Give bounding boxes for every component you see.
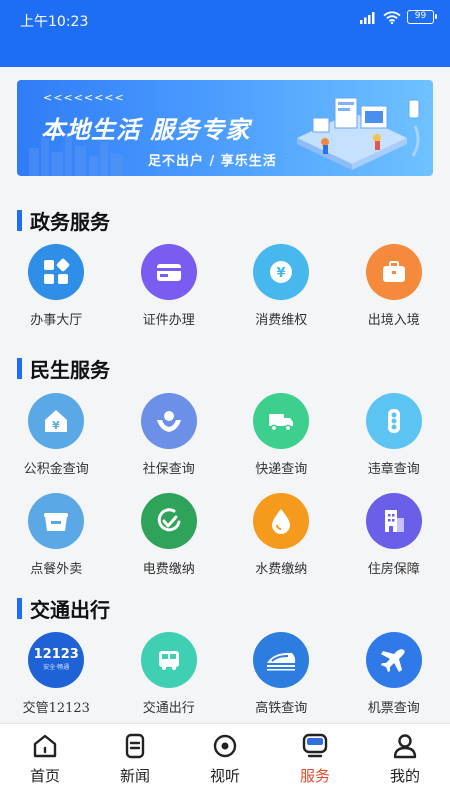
section-accent-bar	[17, 210, 22, 231]
truck-icon	[253, 393, 310, 449]
banner-subtitle: 足不出户 / 享乐生活	[148, 154, 277, 169]
building-icon	[365, 493, 422, 549]
battery-icon: 99	[407, 10, 437, 24]
profile-icon	[393, 734, 417, 759]
tab-profile[interactable]: 我的	[360, 724, 450, 800]
banner-title: 本地生活 服务专家	[41, 116, 251, 144]
wifi-icon	[383, 10, 401, 24]
high-speed-rail-query-button[interactable]: 高铁查询	[225, 632, 338, 716]
yuan-icon: ¥	[253, 244, 310, 300]
traffic-violation-query-button[interactable]: 违章查询	[338, 393, 450, 477]
banner-isometric-illustration	[297, 97, 420, 170]
express-query-button[interactable]: 快递查询	[225, 393, 338, 477]
housing-security-button[interactable]: 住房保障	[338, 493, 450, 577]
section-accent-bar	[17, 358, 22, 379]
government-services-grid: 办事大厅 证件办理 ¥ 消费维权 出境入境	[0, 244, 450, 328]
plane-icon	[365, 632, 422, 688]
service-icon	[302, 733, 328, 758]
exit-entry-button[interactable]: 出境入境	[338, 244, 450, 328]
traffic-management-12123-button[interactable]: 12123 安全·畅通 交管12123	[0, 632, 113, 716]
card-icon	[140, 244, 197, 300]
tab-home[interactable]: 首页	[0, 724, 90, 800]
news-icon	[125, 733, 145, 759]
home-icon	[33, 734, 57, 758]
house-yuan-icon: ¥	[28, 393, 85, 449]
12123-icon: 12123 安全·畅通	[28, 632, 85, 688]
bus-icon	[140, 632, 197, 688]
housing-fund-query-button[interactable]: ¥ 公积金查询	[0, 393, 113, 477]
water-drop-icon	[253, 493, 310, 549]
bottom-tab-bar: 首页 新闻 视听 服务 我的	[0, 723, 450, 800]
media-icon	[213, 734, 237, 758]
promo-banner[interactable]: <<<<<<<< 本地生活 服务专家 足不出户 / 享乐生活	[17, 80, 433, 176]
section-title-livelihood: 民生服务	[17, 354, 110, 383]
svg-text:¥: ¥	[52, 419, 60, 432]
hands-icon	[140, 393, 197, 449]
id-documents-button[interactable]: 证件办理	[113, 244, 226, 328]
food-delivery-button[interactable]: 点餐外卖	[0, 493, 113, 577]
status-icons: 99	[359, 10, 437, 24]
svg-text:¥: ¥	[277, 266, 286, 281]
status-bar: 上午10:23 99	[0, 0, 450, 67]
service-hall-button[interactable]: 办事大厅	[0, 244, 113, 328]
train-icon	[253, 632, 310, 688]
signal-icon	[360, 11, 375, 24]
section-title-transport: 交通出行	[17, 594, 110, 623]
tab-service[interactable]: 服务	[270, 724, 360, 800]
section-title-government: 政务服务	[17, 206, 110, 235]
banner-arrows: <<<<<<<<	[43, 91, 125, 104]
status-time: 上午10:23	[20, 14, 89, 30]
transport-services-grid: 12123 安全·畅通 交管12123 交通出行 高铁查询 机票查询	[0, 632, 450, 716]
tab-media[interactable]: 视听	[180, 724, 270, 800]
suitcase-icon	[365, 244, 422, 300]
traffic-light-icon	[365, 393, 422, 449]
electricity-payment-button[interactable]: 电费缴纳	[113, 493, 226, 577]
transit-button[interactable]: 交通出行	[113, 632, 226, 716]
consumer-rights-button[interactable]: ¥ 消费维权	[225, 244, 338, 328]
hall-icon	[28, 244, 85, 300]
section-accent-bar	[17, 598, 22, 619]
flight-ticket-query-button[interactable]: 机票查询	[338, 632, 450, 716]
electric-icon	[140, 493, 197, 549]
takeout-box-icon	[28, 493, 85, 549]
tab-news[interactable]: 新闻	[90, 724, 180, 800]
water-payment-button[interactable]: 水费缴纳	[225, 493, 338, 577]
social-security-query-button[interactable]: 社保查询	[113, 393, 226, 477]
livelihood-services-grid: ¥ 公积金查询 社保查询 快递查询 违章查询 点餐外卖 电费缴纳 水费缴纳 住房…	[0, 393, 450, 577]
